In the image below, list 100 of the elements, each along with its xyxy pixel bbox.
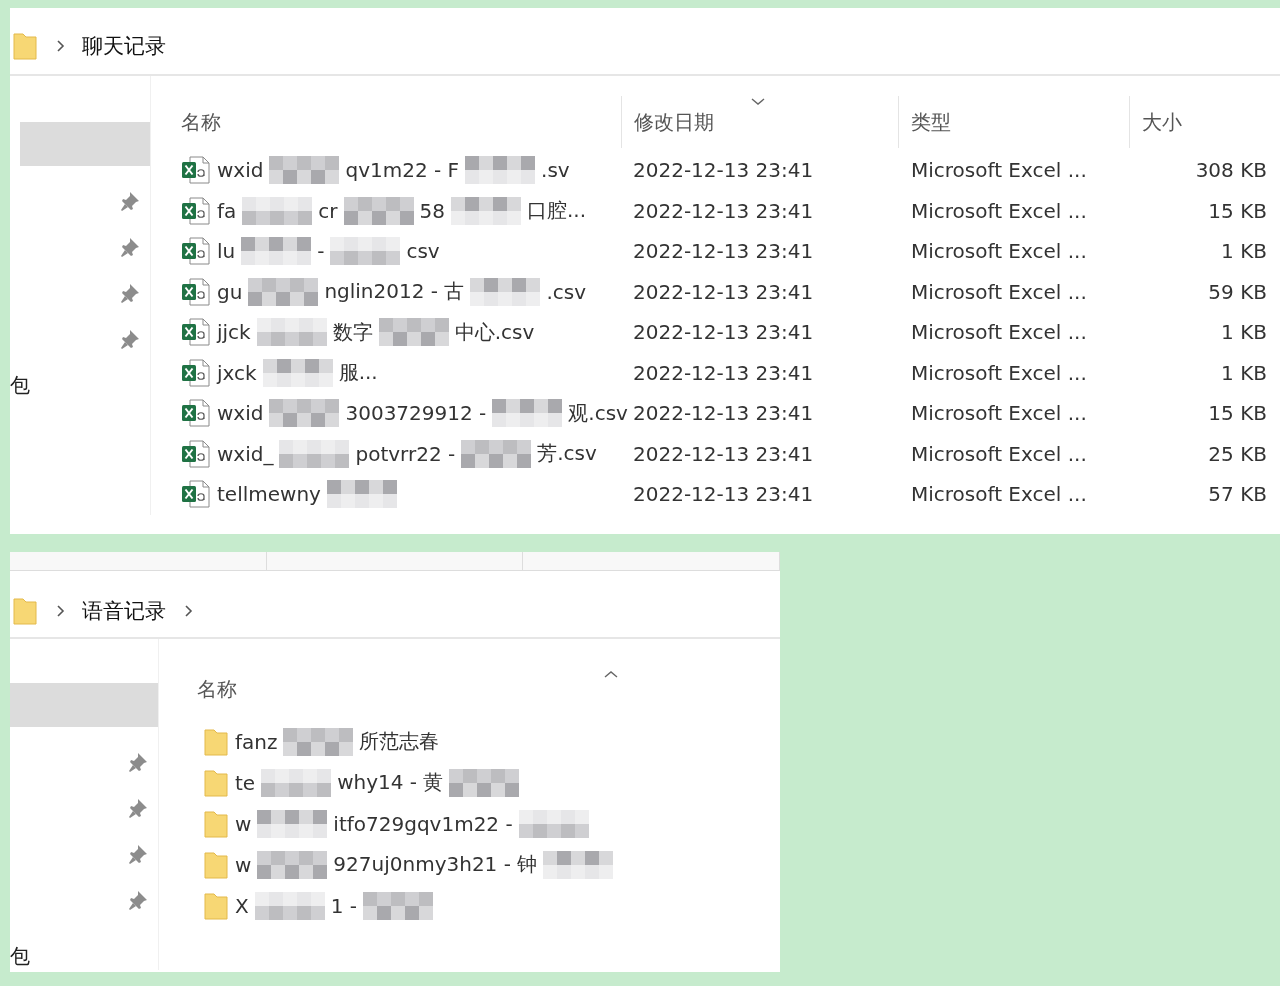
pixelated-blur (269, 399, 340, 428)
file-name[interactable]: 1 - (330, 893, 357, 918)
file-name[interactable]: - (317, 239, 325, 264)
pin-icon (119, 236, 141, 258)
pixelated-blur (449, 768, 520, 797)
file-size: 308 KB (1194, 158, 1268, 183)
file-name[interactable]: csv (406, 239, 440, 264)
file-size: 1 KB (1220, 360, 1268, 385)
file-name[interactable]: 观.csv (568, 399, 628, 427)
folder-icon (12, 31, 38, 61)
file-name[interactable]: wxid (217, 158, 264, 183)
file-name[interactable]: why14 - 黄 (337, 769, 444, 796)
nav-item[interactable]: 包 (10, 372, 30, 399)
folder-icon (12, 596, 38, 626)
pin-icon (127, 751, 149, 773)
file-size: 15 KB (1207, 401, 1268, 426)
file-size: 1 KB (1220, 320, 1268, 345)
column-header[interactable]: 名称 (159, 663, 629, 715)
file-name[interactable]: 芳.csv (537, 440, 597, 468)
file-name[interactable]: gu (217, 279, 243, 304)
modified-date: 2022-12-13 23:41 (632, 360, 815, 385)
folder-icon (203, 726, 229, 757)
file-name[interactable]: 所范志春 (359, 728, 440, 755)
file-type: Microsoft Excel ... (910, 401, 1088, 426)
breadcrumb-item[interactable]: 语音记录 (82, 597, 166, 625)
sort-caret-icon (603, 669, 619, 680)
column-header[interactable]: 修改日期 (621, 96, 898, 148)
pixelated-blur (470, 277, 541, 306)
file-name[interactable]: 口腔... (526, 197, 587, 225)
pixelated-blur (283, 727, 354, 756)
pixelated-blur (254, 891, 325, 920)
pixelated-blur (257, 850, 328, 879)
file-name[interactable]: 3003729912 - (345, 401, 487, 426)
pixelated-blur (326, 480, 397, 509)
column-header[interactable]: 大小 (1129, 96, 1269, 148)
file-type: Microsoft Excel ... (910, 158, 1088, 183)
file-name[interactable]: X (235, 893, 249, 918)
pin-icon (119, 190, 141, 212)
pixelated-blur (330, 237, 401, 266)
file-name[interactable]: 数字 (332, 318, 373, 346)
pixelated-blur (241, 237, 312, 266)
pixelated-blur (363, 891, 433, 920)
file-name[interactable]: 58 (419, 198, 445, 223)
file-name[interactable]: .sv (541, 158, 570, 183)
pixelated-blur (262, 358, 333, 387)
file-size: 59 KB (1207, 279, 1268, 304)
file-type: Microsoft Excel ... (910, 239, 1088, 264)
modified-date: 2022-12-13 23:41 (632, 279, 815, 304)
file-name[interactable]: nglin2012 - 古 (324, 278, 465, 306)
file-name[interactable]: potvrr22 - (355, 441, 456, 466)
pixelated-blur (461, 439, 532, 468)
column-header[interactable]: 名称 (151, 96, 621, 148)
file-name[interactable]: fa (217, 198, 237, 223)
file-name[interactable]: te (235, 770, 256, 795)
pixelated-blur (257, 809, 328, 838)
pixelated-blur (261, 768, 332, 797)
nav-item[interactable]: 包 (10, 943, 30, 970)
file-name[interactable]: tellmewny (217, 482, 321, 507)
file-name[interactable]: jxck (217, 360, 257, 385)
column-header[interactable]: 类型 (898, 96, 1129, 148)
folder-icon (203, 808, 229, 839)
pixelated-blur (279, 439, 350, 468)
modified-date: 2022-12-13 23:41 (632, 482, 815, 507)
spreadsheet-file-icon (181, 479, 211, 510)
pin-icon (119, 328, 141, 350)
folder-icon (203, 849, 229, 880)
file-name[interactable]: 927uj0nmy3h21 - 钟 (333, 851, 538, 878)
spreadsheet-file-icon (181, 317, 211, 348)
pin-icon (127, 797, 149, 819)
file-name[interactable]: w (235, 852, 252, 877)
file-type: Microsoft Excel ... (910, 279, 1088, 304)
file-name[interactable]: itfo729gqv1m22 - (333, 811, 513, 836)
folder-icon (203, 767, 229, 798)
pixelated-blur (248, 277, 319, 306)
file-name[interactable]: cr (318, 198, 338, 223)
pixelated-blur (256, 318, 327, 347)
file-type: Microsoft Excel ... (910, 360, 1088, 385)
file-type: Microsoft Excel ... (910, 441, 1088, 466)
modified-date: 2022-12-13 23:41 (632, 239, 815, 264)
nav-item[interactable] (20, 122, 150, 166)
pixelated-blur (465, 156, 536, 185)
spreadsheet-file-icon (181, 236, 211, 267)
file-name[interactable]: w (235, 811, 252, 836)
file-type: Microsoft Excel ... (910, 482, 1088, 507)
file-name[interactable]: fanz (235, 729, 278, 754)
nav-item[interactable] (10, 683, 158, 727)
file-name[interactable]: jjck (217, 320, 251, 345)
file-name[interactable]: wxid (217, 401, 264, 426)
file-name[interactable]: wxid_ (217, 441, 274, 466)
spreadsheet-file-icon (181, 398, 211, 429)
file-name[interactable]: .csv (546, 279, 586, 304)
pin-icon (119, 282, 141, 304)
file-size: 15 KB (1207, 198, 1268, 223)
file-name[interactable]: lu (217, 239, 236, 264)
breadcrumb-item[interactable]: 聊天记录 (82, 32, 166, 60)
file-name[interactable]: 中心.csv (454, 318, 535, 346)
file-name[interactable]: 服... (338, 359, 378, 387)
spreadsheet-file-icon (181, 276, 211, 307)
file-name[interactable]: qv1m22 - F (345, 158, 460, 183)
chevron-icon (54, 603, 66, 619)
